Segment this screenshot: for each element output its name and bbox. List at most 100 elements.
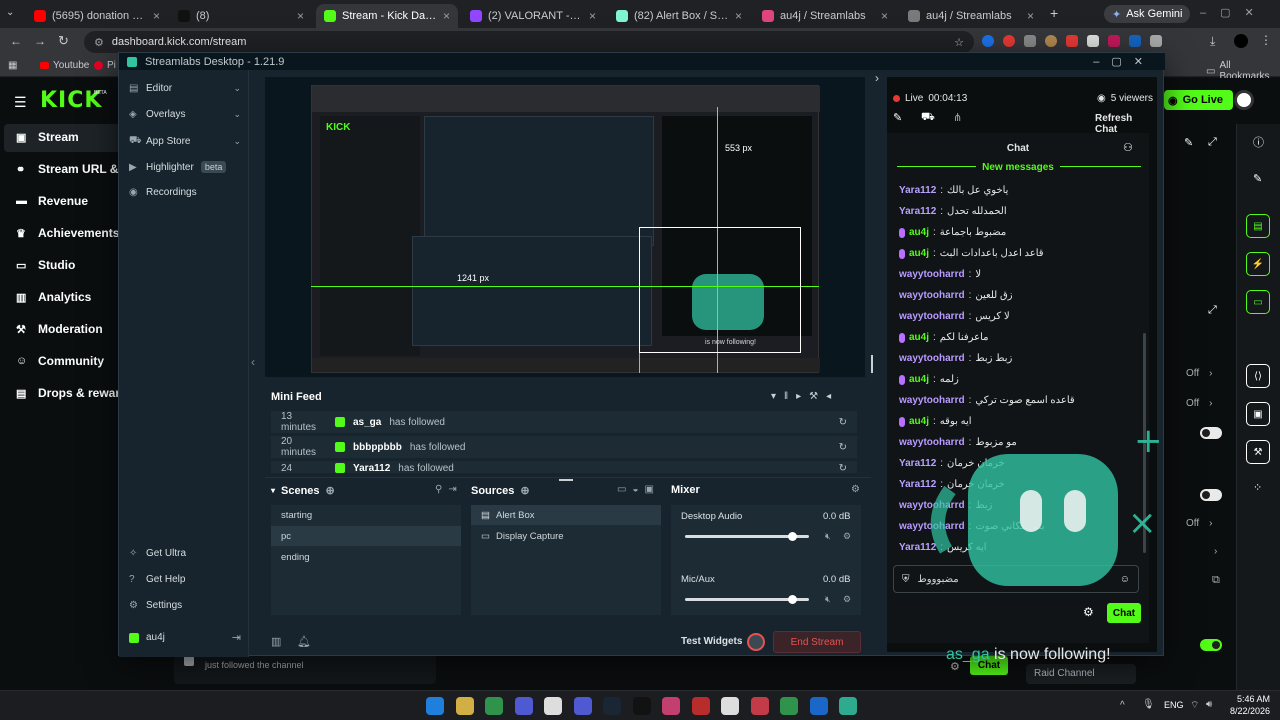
rail-button-wrench[interactable]: ⚒: [1246, 440, 1270, 464]
menu-icon[interactable]: ⋮: [1260, 33, 1272, 47]
tab-close-icon[interactable]: ×: [153, 9, 160, 23]
clock-time[interactable]: 5:46 AM: [1230, 694, 1270, 704]
setting-row-3[interactable]: Off ›: [1186, 518, 1213, 529]
tab-search-icon[interactable]: ⌄: [6, 7, 20, 21]
channel-settings-icon[interactable]: ⚙: [843, 531, 851, 542]
setting-row-2[interactable]: Off ›: [1186, 398, 1213, 409]
apps-grid-icon[interactable]: ▦: [8, 60, 17, 71]
volume-icon[interactable]: 🔊︎: [1206, 699, 1212, 710]
kick-nav-item[interactable]: ▤ Drops & rewards: [16, 386, 134, 400]
extension-icon[interactable]: [1066, 35, 1078, 47]
streamlabs-bottom-nav-item[interactable]: ⚙ Settings: [129, 600, 241, 611]
test-widgets-label[interactable]: Test Widgets: [681, 636, 742, 647]
volume-slider[interactable]: [685, 532, 809, 541]
start-icon[interactable]: [426, 697, 444, 715]
stats-icon[interactable]: ▥: [271, 635, 281, 648]
streamlabs-nav-item[interactable]: ▶ Highlighter beta: [129, 161, 241, 173]
extension-icon[interactable]: [1087, 35, 1099, 47]
kick-nav-item[interactable]: ▭ Studio: [16, 258, 75, 272]
browser-tab[interactable]: (2) VALORANT - Twitch ×: [462, 4, 604, 28]
selection-box[interactable]: [639, 227, 801, 353]
replay-icon[interactable]: ↻: [839, 463, 847, 473]
go-live-button[interactable]: ◉ Go Live: [1164, 90, 1233, 110]
chat-message[interactable]: au4j: مضبوط باجماعة: [899, 227, 1006, 238]
scene-tools-icons[interactable]: ⚲⇥: [435, 484, 463, 495]
chat-message[interactable]: Yara112: الحمدلله تحدل: [899, 206, 1007, 217]
chevron-right-icon[interactable]: ›: [1214, 546, 1217, 557]
bookmark-pinterest[interactable]: Pi: [94, 60, 116, 71]
browser-tab[interactable]: (8) ×: [170, 4, 312, 28]
browser-tab[interactable]: au4j / Streamlabs ×: [754, 4, 896, 28]
extension-icon[interactable]: [1108, 35, 1120, 47]
streamlabs-nav-item[interactable]: ◉ Recordings: [129, 187, 241, 198]
settings-dots-icon[interactable]: ⁘: [1253, 481, 1262, 494]
rail-button-bolt[interactable]: ⚡: [1246, 252, 1270, 276]
settings-icon[interactable]: [721, 697, 739, 715]
user-avatar[interactable]: [1234, 90, 1254, 110]
browser-tab[interactable]: au4j / Streamlabs ×: [900, 4, 1042, 28]
notepad-icon[interactable]: [544, 697, 562, 715]
back-icon[interactable]: ←: [10, 34, 22, 48]
chat-message[interactable]: wayytooharrd: زق للعين: [899, 290, 1013, 301]
expand-icon[interactable]: ⤢: [1208, 304, 1217, 317]
panel-drag-handle[interactable]: [559, 479, 573, 481]
rail-button-card[interactable]: ▤: [1246, 214, 1270, 238]
chat-username[interactable]: wayytooharrd: [899, 395, 965, 406]
extensions-puzzle-icon[interactable]: [1150, 35, 1162, 47]
streamlabs-bottom-nav-item[interactable]: ✧ Get Ultra: [129, 548, 241, 559]
volume-slider-knob[interactable]: [788, 595, 797, 604]
kick-nav-item[interactable]: ⚒ Moderation: [16, 322, 103, 336]
chat-message[interactable]: wayytooharrd: زبط زبط: [899, 353, 1012, 364]
browser-tab[interactable]: (82) Alert Box / Streamlabs ×: [608, 4, 750, 28]
share-icon[interactable]: ⋔: [953, 111, 962, 124]
store-icon[interactable]: ⛟: [921, 111, 935, 125]
app-icon[interactable]: [750, 697, 769, 715]
add-scene-icon[interactable]: ⊕: [326, 484, 335, 497]
volume-slider[interactable]: [685, 595, 809, 604]
feed-row[interactable]: 24 minutes Yara112 has followed ↻: [271, 461, 857, 473]
extension-icon[interactable]: [1129, 35, 1141, 47]
tab-close-icon[interactable]: ×: [589, 9, 596, 23]
tiktok-app-icon[interactable]: [662, 697, 680, 715]
tab-close-icon[interactable]: ×: [735, 9, 742, 23]
setting-row-1[interactable]: Off ›: [1186, 368, 1213, 379]
feed-row[interactable]: 13 minutes as_ga has followed ↻: [271, 411, 857, 433]
chat-users-icon[interactable]: ⚇: [1123, 141, 1133, 154]
expand-chat-icon[interactable]: ›: [875, 71, 879, 85]
chat-username[interactable]: au4j: [909, 227, 929, 238]
window-controls[interactable]: –▢✕: [1200, 6, 1268, 19]
add-source-icon[interactable]: ⊕: [520, 484, 529, 497]
bookmark-youtube[interactable]: Youtube: [40, 60, 89, 71]
info-icon[interactable]: ⓘ: [1253, 134, 1264, 150]
raid-channel-button[interactable]: Raid Channel: [1026, 664, 1136, 684]
chat-username[interactable]: au4j: [909, 332, 929, 343]
language-indicator[interactable]: ENG: [1164, 700, 1184, 710]
reload-icon[interactable]: ↻: [58, 33, 69, 49]
browser-tab[interactable]: Stream - Kick Dashboard ×: [316, 4, 458, 28]
chrome-icon[interactable]: [485, 697, 503, 715]
toggle-switch-on[interactable]: [1200, 639, 1222, 651]
user-account[interactable]: au4j ⇥: [129, 631, 241, 644]
chat-message[interactable]: au4j: زلمه: [899, 374, 959, 385]
kick-nav-item[interactable]: ♛ Achievements: [16, 226, 119, 240]
source-tools-icons[interactable]: ▭◒▣: [617, 484, 660, 495]
edit-icon[interactable]: ✎: [1253, 172, 1262, 185]
chat-username[interactable]: Yara112: [899, 206, 936, 217]
bookmark-star-icon[interactable]: ☆: [954, 36, 964, 49]
chat-username[interactable]: wayytooharrd: [899, 311, 965, 322]
chat-message[interactable]: wayytooharrd: لا كريس: [899, 311, 1010, 322]
streamlabs-icon[interactable]: [839, 697, 857, 715]
streamlabs-nav-item[interactable]: ◈ Overlays ⌄: [129, 109, 241, 120]
kick-nav-item[interactable]: ▣ Stream: [16, 130, 79, 144]
rail-button-chat[interactable]: ▭: [1246, 290, 1270, 314]
new-tab-button[interactable]: +: [1050, 5, 1058, 21]
tray-chevron-icon[interactable]: ^: [1120, 700, 1125, 711]
network-icon[interactable]: ⌔: [1190, 699, 1199, 712]
replay-icon[interactable]: ↻: [839, 442, 847, 453]
tab-close-icon[interactable]: ×: [297, 9, 304, 23]
forward-icon[interactable]: →: [34, 34, 46, 48]
collapse-icon[interactable]: ▾: [271, 486, 275, 495]
kick-nav-item[interactable]: ☺ Community: [16, 354, 104, 368]
chat-message[interactable]: wayytooharrd: قاعده اسمع صوت تركي: [899, 395, 1075, 406]
scene-item[interactable]: pc: [271, 526, 461, 546]
